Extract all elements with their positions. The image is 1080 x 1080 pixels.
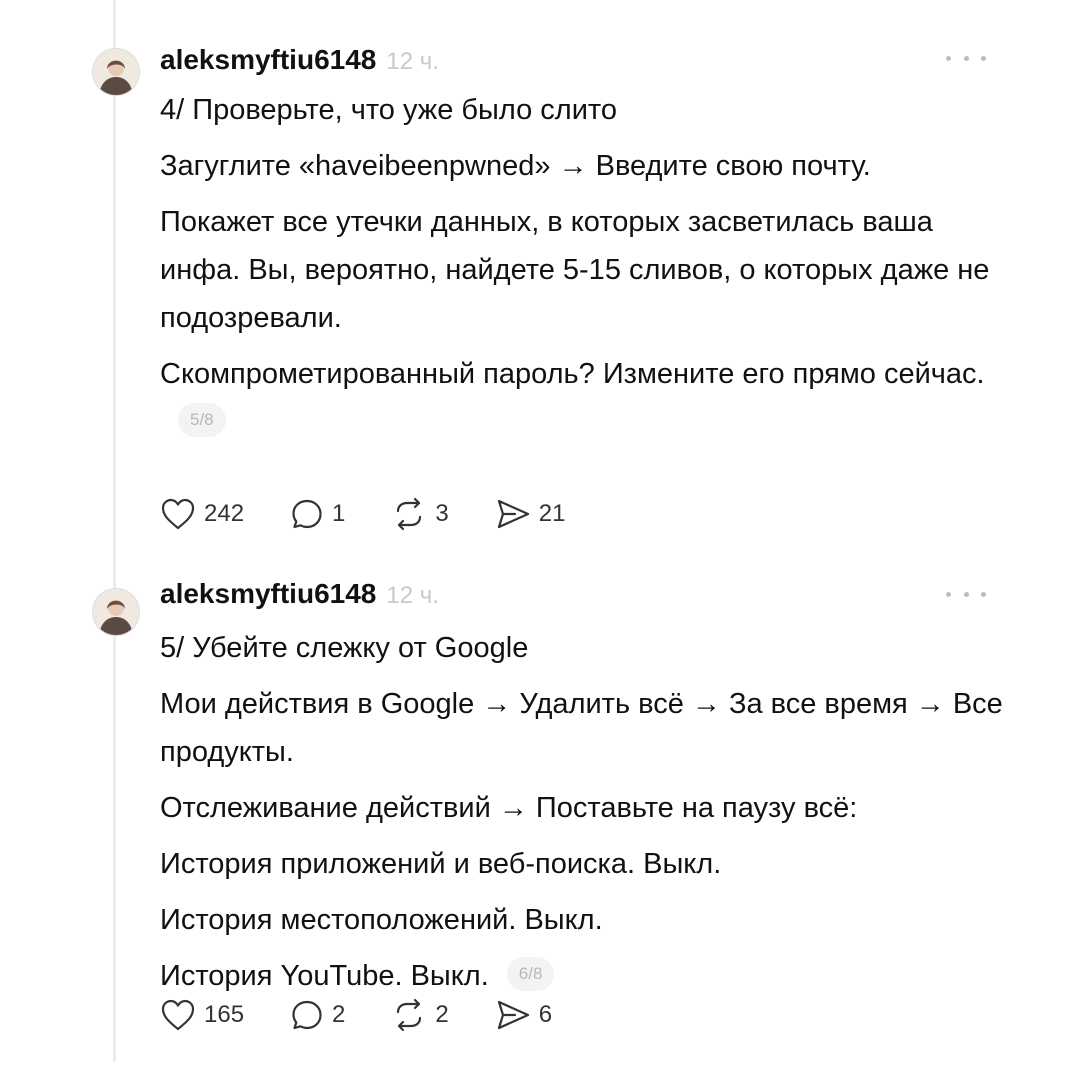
repost-icon (397, 497, 422, 531)
heart-icon (161, 999, 195, 1031)
share-button[interactable]: 6 (495, 998, 552, 1032)
post-paragraph: История приложений и веб-поиска. Выкл. (160, 848, 722, 880)
post-paragraph: История YouTube. Выкл. 6/8 (160, 952, 1020, 1000)
reply-count: 2 (332, 1001, 346, 1028)
like-count: 242 (204, 500, 245, 527)
post-paragraph: История местоположений. Выкл. (160, 904, 603, 936)
post-paragraph: Загуглите «haveibeenpwned» → Введите сво… (160, 150, 871, 182)
comment-icon (292, 1000, 322, 1030)
post-actions: 242 1 3 21 (160, 494, 611, 534)
post-time: 12 ч. (386, 48, 439, 75)
repost-icon (397, 998, 422, 1032)
post-paragraph: Отслеживание действий → Поставьте на пау… (160, 792, 858, 824)
post-body: 5/ Убейте слежку от Google Мои действия … (160, 624, 1020, 1008)
post-paragraph: Мои действия в Google → Удалить всё → За… (160, 688, 1003, 768)
share-button[interactable]: 21 (495, 497, 566, 531)
more-icon[interactable] (946, 48, 986, 68)
post-paragraph-text: Скомпрометированный пароль? Измените его… (160, 358, 985, 390)
username[interactable]: aleksmyftiu6148 (160, 44, 376, 76)
post-paragraph: Покажет все утечки данных, в которых зас… (160, 206, 990, 334)
more-icon[interactable] (946, 584, 986, 604)
post-header: aleksmyftiu6148 12 ч. (160, 578, 439, 614)
send-icon (497, 1000, 529, 1030)
repost-count: 3 (435, 500, 449, 527)
like-button[interactable]: 242 (160, 497, 244, 531)
share-count: 21 (538, 500, 566, 527)
avatar[interactable] (92, 48, 140, 96)
post-time: 12 ч. (386, 582, 439, 609)
repost-count: 2 (435, 1001, 449, 1028)
comment-icon (292, 499, 322, 529)
thread-line (113, 0, 116, 1062)
page-counter-badge: 5/8 (178, 403, 226, 438)
page-counter-badge: 6/8 (506, 957, 555, 992)
post-paragraph: Скомпрометированный пароль? Измените его… (160, 350, 1020, 446)
repost-button[interactable]: 3 (391, 497, 449, 531)
like-count: 165 (204, 1001, 245, 1028)
post-title: 4/ Проверьте, что уже было слито (160, 94, 617, 126)
send-icon (497, 499, 529, 529)
avatar[interactable] (92, 588, 140, 636)
post-title: 5/ Убейте слежку от Google (160, 632, 529, 664)
repost-button[interactable]: 2 (391, 998, 449, 1032)
reply-button[interactable]: 2 (290, 998, 345, 1032)
reply-count: 1 (332, 500, 346, 527)
heart-icon (161, 498, 195, 530)
post-header: aleksmyftiu6148 12 ч. (160, 44, 439, 80)
reply-button[interactable]: 1 (290, 497, 345, 531)
post-actions: 165 2 2 6 (160, 995, 598, 1035)
username[interactable]: aleksmyftiu6148 (160, 578, 376, 610)
share-count: 6 (538, 1001, 553, 1028)
like-button[interactable]: 165 (160, 998, 244, 1032)
post-paragraph-text: История YouTube. Выкл. (160, 960, 489, 992)
post-body: 4/ Проверьте, что уже было слито Загугли… (160, 86, 1020, 454)
